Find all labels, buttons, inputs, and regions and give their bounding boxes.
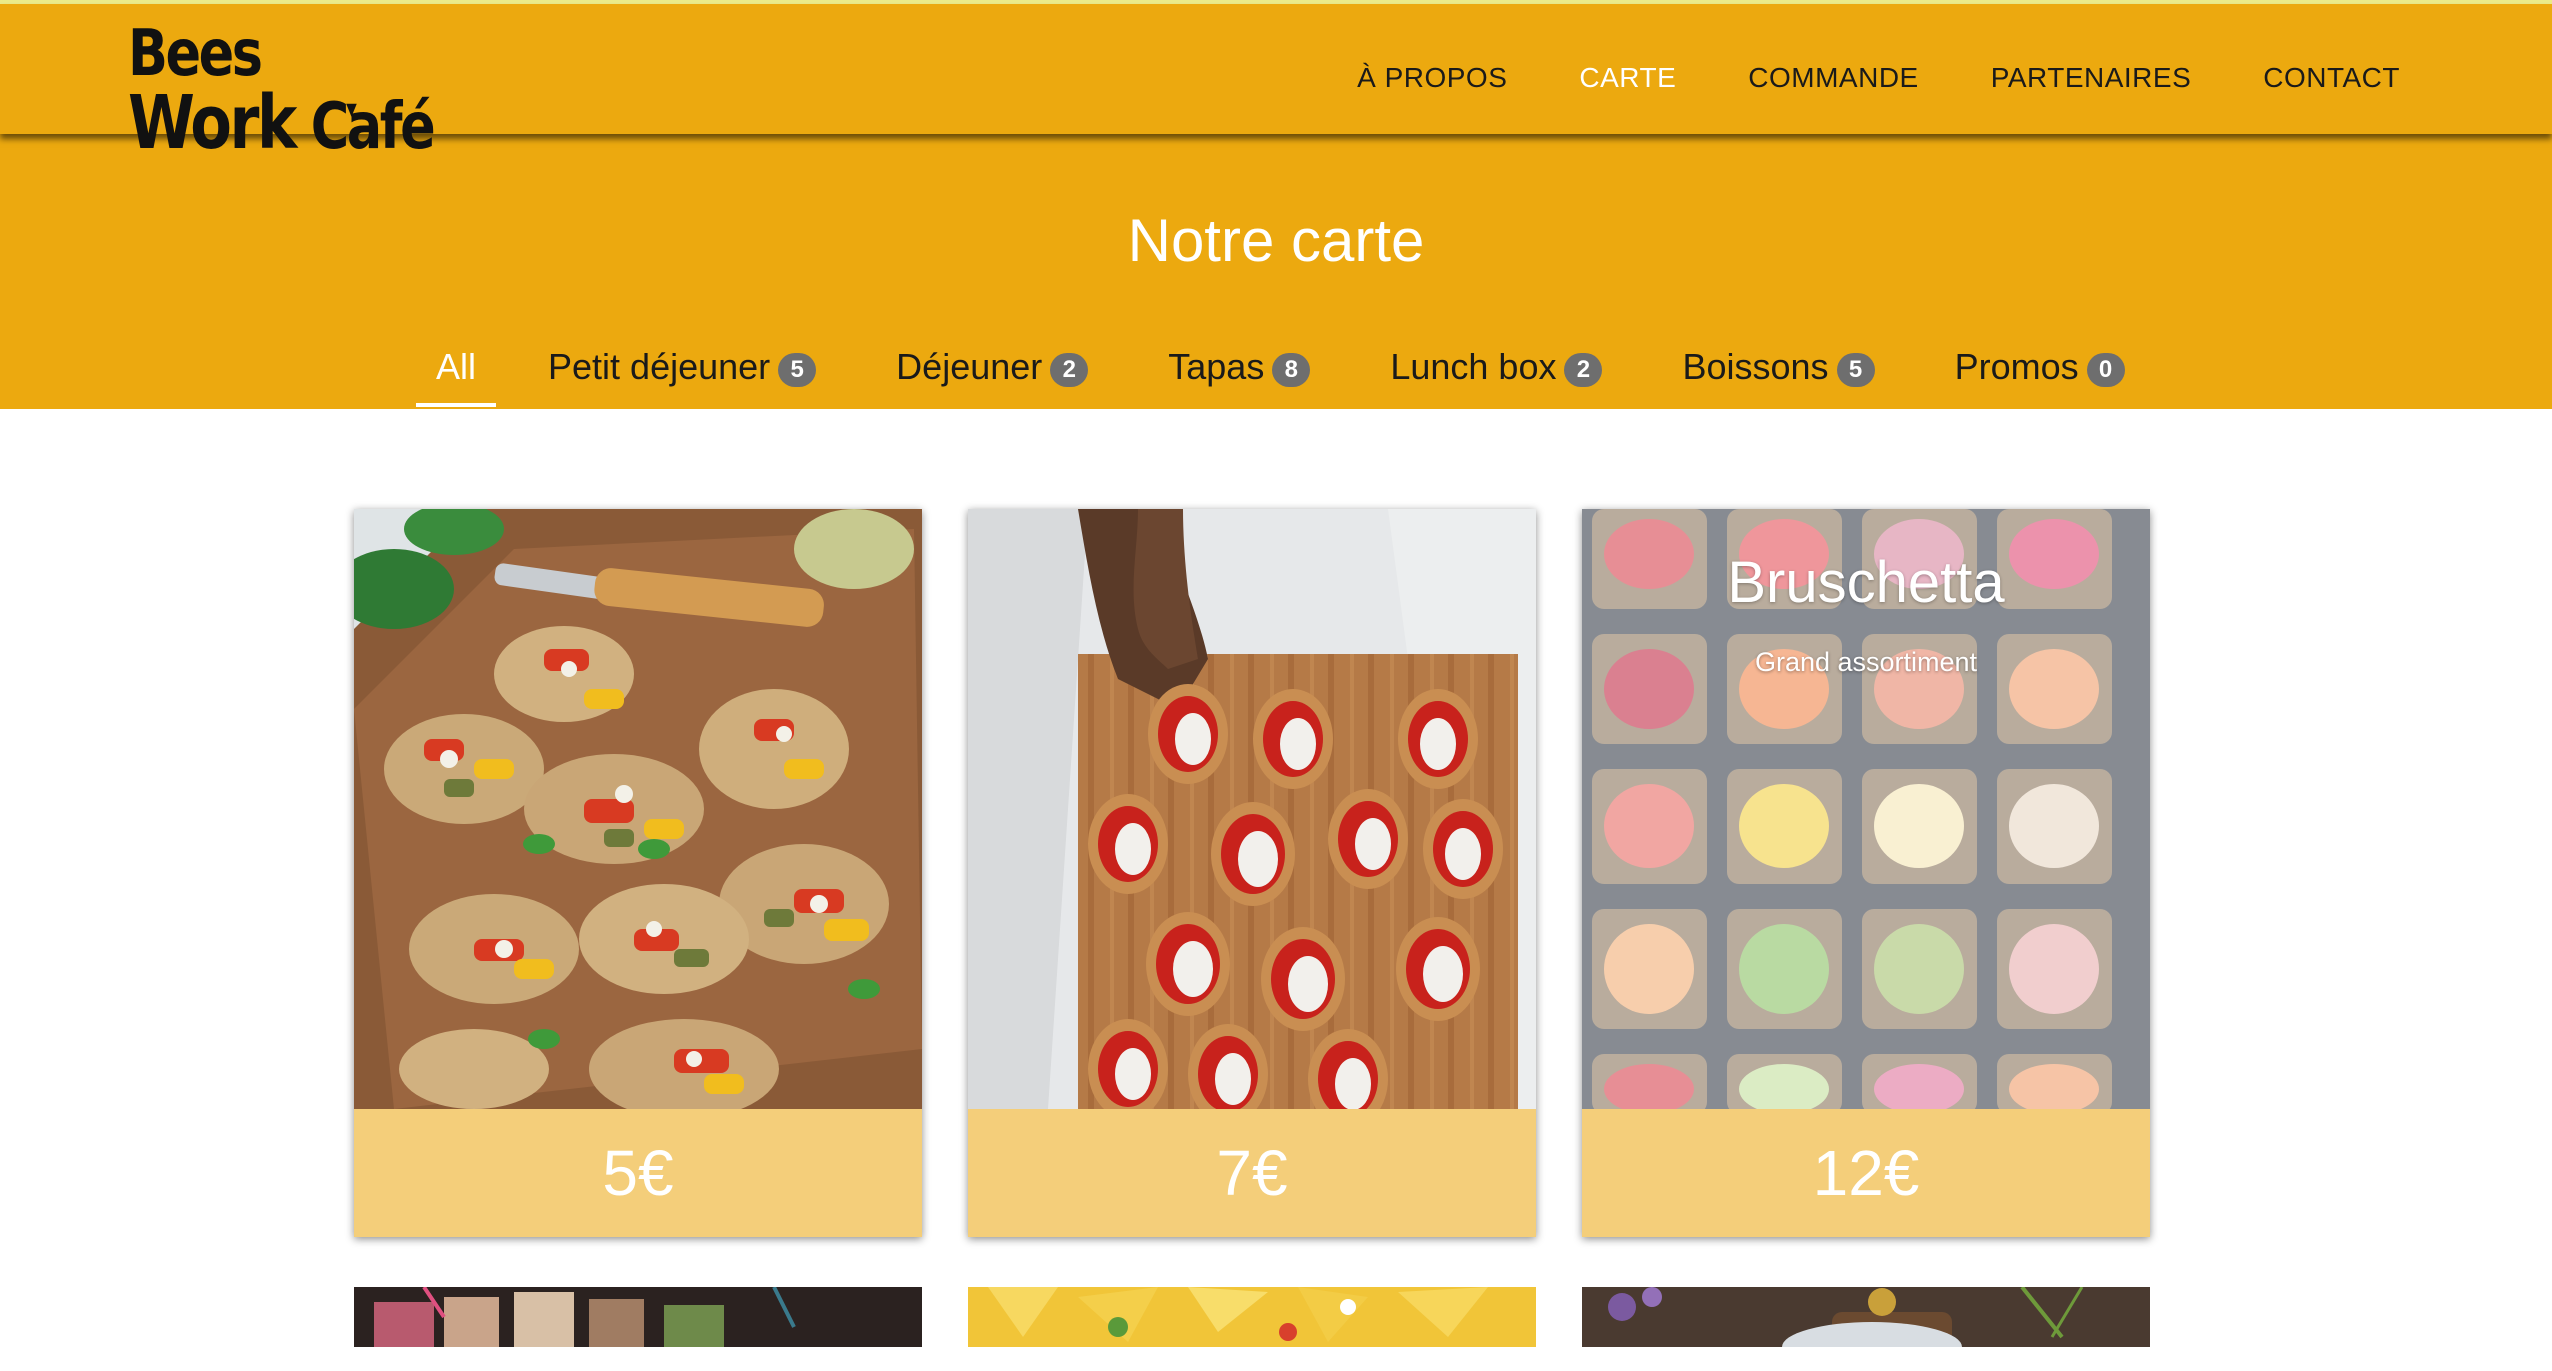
- filter-boissons[interactable]: Boissons 5: [1662, 339, 1894, 395]
- count-badge: 2: [1050, 353, 1089, 387]
- card-overlay-title: Bruschetta: [1727, 550, 2005, 615]
- filter-label: Déjeuner: [896, 346, 1043, 387]
- count-badge: 0: [2086, 353, 2125, 387]
- bee-drop-icon: ▾: [346, 94, 357, 124]
- smoothies-drinks-image[interactable]: [354, 1287, 922, 1347]
- filter-lunch-box[interactable]: Lunch box 2: [1370, 339, 1622, 395]
- filter-petit-dejeuner[interactable]: Petit déjeuner 5: [528, 339, 836, 395]
- bees-work-cafe-logo[interactable]: Bees Work Café ▾: [128, 22, 440, 160]
- filter-promos[interactable]: Promos 0: [1935, 339, 2145, 395]
- card-overlay-subtitle: Grand assortiment: [1754, 647, 1978, 677]
- nav-link-partenaires[interactable]: PARTENAIRES: [1991, 62, 2192, 94]
- menu-card-2[interactable]: 7€: [968, 509, 1536, 1237]
- main-nav: À PROPOS CARTE COMMANDE PARTENAIRES CONT…: [1285, 62, 2400, 94]
- price-label: 12€: [1582, 1109, 2150, 1237]
- menu-card-3[interactable]: Bruschetta Grand assortiment 12€: [1582, 509, 2150, 1237]
- logo-word-3: Café: [310, 90, 436, 164]
- nav-link-a-propos[interactable]: À PROPOS: [1357, 62, 1507, 94]
- filter-dejeuner[interactable]: Déjeuner 2: [876, 339, 1108, 395]
- filter-all[interactable]: All: [416, 339, 497, 407]
- nav-link-commande[interactable]: COMMANDE: [1748, 62, 1918, 94]
- filter-label: Lunch box: [1390, 346, 1557, 387]
- count-badge: 2: [1564, 353, 1603, 387]
- price-label: 5€: [354, 1109, 922, 1237]
- count-badge: 5: [778, 353, 817, 387]
- nav-link-carte[interactable]: CARTE: [1579, 62, 1676, 94]
- filter-label: Promos: [1954, 346, 2079, 387]
- tomato-bruschetta-board-image: [968, 509, 1536, 1109]
- filter-tapas[interactable]: Tapas 8: [1148, 339, 1330, 395]
- price-label: 7€: [968, 1109, 1536, 1237]
- herbs-bread-image[interactable]: [1582, 1287, 2150, 1347]
- filter-label: Tapas: [1168, 346, 1265, 387]
- page-title: Notre carte: [1127, 207, 1425, 274]
- menu-hero: Notre carte All Petit déjeuner 5 Déjeune…: [0, 134, 2552, 409]
- nav-link-contact[interactable]: CONTACT: [2263, 62, 2400, 94]
- grilled-vegetable-bruschetta-image: [354, 509, 922, 1109]
- logo-word-2: Work: [128, 80, 297, 166]
- filter-label: All: [436, 346, 477, 387]
- menu-card-1[interactable]: 5€: [354, 509, 922, 1237]
- count-badge: 5: [1836, 353, 1875, 387]
- nachos-chips-image[interactable]: [968, 1287, 1536, 1347]
- filter-label: Boissons: [1682, 346, 1829, 387]
- site-header: Bees Work Café ▾ À PROPOS CARTE COMMANDE…: [0, 4, 2552, 160]
- open-sandwich-assortment-image: Bruschetta Grand assortiment: [1582, 509, 2150, 1109]
- filter-label: Petit déjeuner: [548, 346, 771, 387]
- count-badge: 8: [1272, 353, 1311, 387]
- category-filters: All Petit déjeuner 5 Déjeuner 2 Tapas 8 …: [416, 339, 2145, 409]
